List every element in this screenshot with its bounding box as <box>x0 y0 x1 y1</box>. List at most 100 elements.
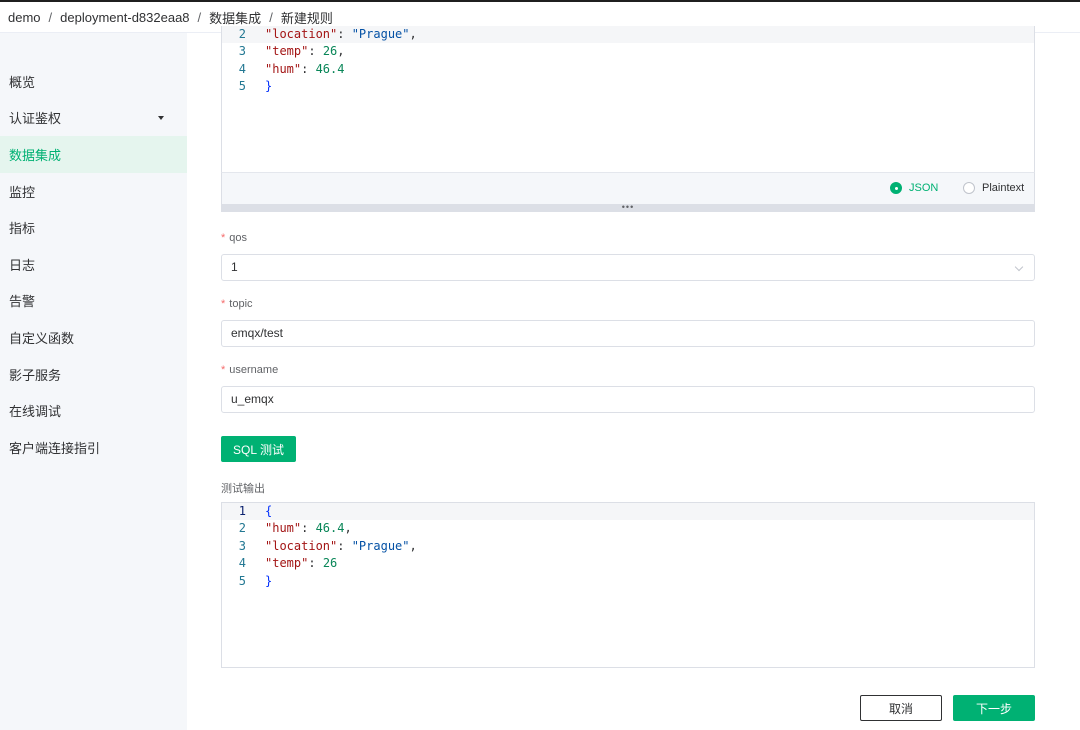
breadcrumb-separator: / <box>269 9 273 25</box>
code-line: 3 "location": "Prague", <box>222 538 1034 555</box>
sidebar-item-label: 概览 <box>9 74 36 90</box>
sidebar-item-label: 日志 <box>9 257 36 273</box>
json-key: "location" <box>265 538 338 553</box>
json-value: "Prague" <box>351 538 410 553</box>
json-tail: , <box>344 521 352 536</box>
sidebar-item-label: 告警 <box>9 294 36 310</box>
code-line: 4 "hum": 46.4 <box>222 61 1034 78</box>
line-number: 5 <box>238 573 246 588</box>
breadcrumb-item-data-integration[interactable]: 数据集成 <box>209 8 261 27</box>
sidebar-item-label: 客户端连接指引 <box>9 440 101 456</box>
caret-down-icon <box>158 115 164 120</box>
test-output-label: 测试输出 <box>221 483 265 495</box>
code-line: 4 "temp": 26 <box>222 555 1034 572</box>
sidebar-item-auth[interactable]: 认证鉴权 <box>0 100 187 137</box>
json-value: "Prague" <box>351 27 410 41</box>
qos-select[interactable]: 1 <box>221 254 1035 281</box>
code-line: 2 "hum": 46.4, <box>222 520 1034 537</box>
json-key: "location" <box>265 27 338 41</box>
line-number: 5 <box>238 79 246 94</box>
test-output-editor[interactable]: 1 { 2 "hum": 46.4, 3 "location": "Prague… <box>221 502 1035 668</box>
json-sep: : <box>301 521 316 536</box>
code-line: 5 } <box>222 573 1034 590</box>
json-value: 46.4 <box>315 61 345 76</box>
json-tail: , <box>409 538 417 553</box>
sidebar: 概览 认证鉴权 数据集成 监控 指标 日志 告警 自定义函数 影子服务 在线调试… <box>0 33 187 730</box>
sidebar-item-label: 认证鉴权 <box>9 111 62 127</box>
sidebar-item-shadow-service[interactable]: 影子服务 <box>0 356 187 393</box>
sidebar-item-online-debug[interactable]: 在线调试 <box>0 392 187 429</box>
drag-handle-icon: ••• <box>621 202 635 212</box>
sidebar-item-custom-functions[interactable]: 自定义函数 <box>0 319 187 356</box>
qos-label-text: qos <box>229 232 248 244</box>
sidebar-item-overview[interactable]: 概览 <box>0 63 187 100</box>
required-marker: * <box>221 232 226 244</box>
line-number: 3 <box>238 44 246 59</box>
json-brace: } <box>265 573 273 588</box>
chevron-down-icon <box>1014 262 1024 272</box>
line-number: 2 <box>238 521 246 536</box>
sidebar-item-metrics[interactable]: 指标 <box>0 209 187 246</box>
next-step-button[interactable]: 下一步 <box>953 695 1035 721</box>
topic-input[interactable]: emqx/test <box>221 320 1035 347</box>
json-tail: , <box>409 27 417 41</box>
topic-label: * topic <box>221 298 253 310</box>
code-line: 2 "location": "Prague", <box>222 26 1034 44</box>
breadcrumb-item-deployment[interactable]: deployment-d832eaa8 <box>60 10 189 25</box>
topic-input-value: emqx/test <box>231 326 284 340</box>
breadcrumb-separator: / <box>197 9 202 25</box>
sidebar-item-data-integration[interactable]: 数据集成 <box>0 136 187 173</box>
payload-format-bar: JSON Plaintext <box>221 172 1035 205</box>
format-plaintext-radio[interactable]: Plaintext <box>963 182 1024 194</box>
json-brace: { <box>265 504 273 518</box>
main-content: 2 "location": "Prague", 3 "temp": 26, 4 … <box>187 26 1080 730</box>
username-label-text: username <box>229 364 279 376</box>
line-number: 4 <box>238 61 246 76</box>
radio-label: Plaintext <box>982 182 1025 194</box>
payload-editor[interactable]: 2 "location": "Prague", 3 "temp": 26, 4 … <box>221 26 1035 173</box>
json-sep: : <box>337 27 352 41</box>
username-input-value: u_emqx <box>231 392 274 406</box>
topic-label-text: topic <box>229 298 253 310</box>
line-number: 4 <box>238 556 246 571</box>
json-value: 26 <box>322 44 338 59</box>
sidebar-item-label: 在线调试 <box>9 404 62 420</box>
json-sep: : <box>337 538 352 553</box>
sidebar-item-label: 指标 <box>9 221 36 237</box>
json-key: "temp" <box>265 556 309 571</box>
line-number: 3 <box>238 538 246 553</box>
sidebar-item-label: 监控 <box>9 184 36 200</box>
json-key: "temp" <box>265 44 309 59</box>
json-sep: : <box>308 556 323 571</box>
json-key: "hum" <box>265 61 302 76</box>
sql-test-button[interactable]: SQL 测试 <box>221 436 296 462</box>
breadcrumb-item-org[interactable]: demo <box>8 10 41 25</box>
qos-select-value: 1 <box>231 260 238 274</box>
username-input[interactable]: u_emqx <box>221 386 1035 413</box>
sidebar-item-label: 自定义函数 <box>9 330 75 346</box>
code-line: 1 { <box>222 503 1034 521</box>
line-number: 1 <box>238 504 246 518</box>
required-marker: * <box>221 364 226 376</box>
editor-resize-handle[interactable]: ••• <box>221 202 1035 212</box>
breadcrumb-item-new-rule: 新建规则 <box>280 10 333 26</box>
sidebar-item-monitoring[interactable]: 监控 <box>0 173 187 210</box>
json-value: 46.4 <box>315 521 345 536</box>
breadcrumb-separator: / <box>48 9 53 25</box>
sidebar-item-label: 影子服务 <box>9 367 62 383</box>
sidebar-item-logs[interactable]: 日志 <box>0 246 187 283</box>
cancel-button[interactable]: 取消 <box>860 695 942 721</box>
code-line: 3 "temp": 26, <box>222 43 1034 60</box>
code-line: 5 } <box>222 78 1034 95</box>
sidebar-item-client-guide[interactable]: 客户端连接指引 <box>0 429 187 466</box>
sidebar-item-label: 数据集成 <box>9 147 62 163</box>
radio-unchecked-icon <box>963 182 975 194</box>
radio-label: JSON <box>909 182 939 194</box>
json-sep: : <box>308 44 323 59</box>
sidebar-item-alerts[interactable]: 告警 <box>0 283 187 320</box>
username-label: * username <box>221 364 278 376</box>
json-tail: , <box>337 44 345 59</box>
radio-checked-icon <box>890 182 902 194</box>
json-value: 26 <box>322 556 338 571</box>
format-json-radio[interactable]: JSON <box>890 182 938 194</box>
